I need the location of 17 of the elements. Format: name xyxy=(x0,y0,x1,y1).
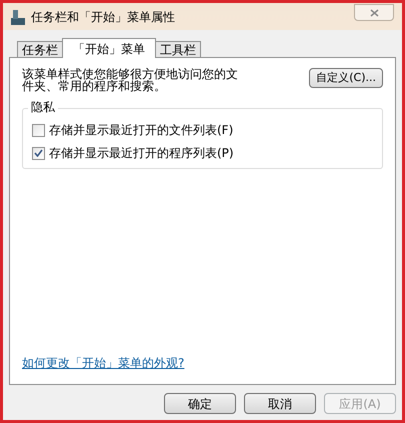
close-icon xyxy=(370,8,378,16)
checkbox-option[interactable]: 存储并显示最近打开的程序列表(P) xyxy=(32,144,373,162)
app-icon xyxy=(11,8,25,24)
description-text: 该菜单样式使您能够很方便地访问您的文件夹、常用的程序和搜索。 xyxy=(22,68,239,92)
tab[interactable]: 工具栏 xyxy=(155,41,201,58)
group-title: 隐私 xyxy=(28,100,58,114)
checkbox-option[interactable]: 存储并显示最近打开的文件列表(F) xyxy=(32,121,373,139)
tab[interactable]: 「开始」菜单 xyxy=(62,38,156,58)
dialog-button[interactable]: 取消 xyxy=(244,393,316,414)
help-link[interactable]: 如何更改「开始」菜单的外观? xyxy=(22,354,383,372)
tab[interactable]: 任务栏 xyxy=(17,41,63,58)
customize-button[interactable]: 自定义(C)... xyxy=(309,68,383,88)
dialog-button[interactable]: 确定 xyxy=(164,393,236,414)
window-title: 任务栏和「开始」菜单属性 xyxy=(31,8,175,26)
close-button[interactable] xyxy=(354,4,394,21)
checkbox[interactable] xyxy=(32,146,45,160)
checkbox[interactable] xyxy=(32,124,45,136)
